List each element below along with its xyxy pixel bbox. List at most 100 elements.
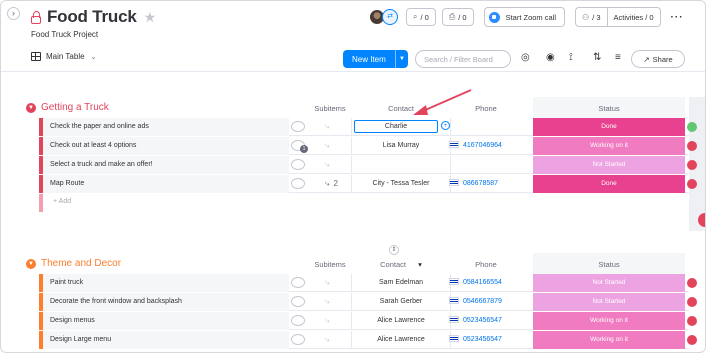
group-header: ▼ Theme and Decor Subitems Contact ▾ Pho… bbox=[1, 253, 705, 275]
table-row[interactable]: Paint truck ⤷ Sam Edelman 0584166554 Not Sta… bbox=[39, 274, 697, 292]
table-row[interactable]: Select a truck and make an offer! ⤷ Not St… bbox=[39, 156, 697, 174]
subitems-icon[interactable]: ⤷ bbox=[325, 316, 329, 326]
updates-bubble-icon[interactable] bbox=[291, 277, 305, 288]
column-header-phone[interactable]: Phone bbox=[451, 260, 521, 269]
group-name[interactable]: Theme and Decor bbox=[41, 258, 121, 269]
table-row[interactable]: Map Route ⤷ 2 City - Tessa Tesler 086678587 D… bbox=[39, 175, 697, 193]
contact-cell[interactable]: Alice Lawrence bbox=[351, 331, 451, 349]
contact-cell[interactable] bbox=[351, 156, 451, 174]
item-name[interactable]: Design menus bbox=[50, 317, 95, 324]
subitems-count: 2 bbox=[333, 179, 338, 188]
updates-bubble-icon[interactable] bbox=[291, 315, 305, 326]
item-name[interactable]: Paint truck bbox=[50, 279, 83, 286]
contact-cell[interactable]: Sarah Gerber bbox=[351, 293, 451, 311]
contact-cell[interactable]: City - Tessa Tesler bbox=[351, 175, 451, 193]
phone-number[interactable]: 0546667879 bbox=[463, 298, 502, 305]
phone-cell[interactable]: 4167046964 bbox=[449, 137, 533, 155]
israel-flag-icon bbox=[449, 141, 459, 148]
subitems-icon[interactable]: ⤷ bbox=[325, 141, 329, 151]
contact-cell[interactable]: Sam Edelman bbox=[351, 274, 451, 292]
status-indicator-icon[interactable] bbox=[687, 179, 697, 189]
subitems-icon[interactable]: ⤷ 2 bbox=[325, 179, 338, 189]
item-name[interactable]: Map Route bbox=[50, 180, 84, 187]
contact-cell[interactable]: Alice Lawrence bbox=[351, 312, 451, 330]
table-row[interactable]: Design Large menu ⤷ Alice Lawrence 05234565… bbox=[39, 331, 697, 349]
updates-bubble-icon[interactable] bbox=[291, 334, 305, 345]
column-header-subitems[interactable]: Subitems bbox=[313, 104, 347, 113]
item-name[interactable]: Check the paper and online ads bbox=[50, 123, 149, 130]
status-cell[interactable]: Working on it bbox=[533, 331, 685, 349]
updates-bubble-icon[interactable] bbox=[291, 121, 305, 132]
status-indicator-icon[interactable] bbox=[687, 297, 697, 307]
scroll-indicator-icon[interactable]: ⇕ bbox=[389, 245, 399, 255]
phone-cell[interactable]: 0584166554 bbox=[449, 274, 533, 292]
contact-input[interactable]: Charlie bbox=[354, 120, 438, 133]
subitems-icon[interactable]: ⤷ bbox=[325, 122, 329, 132]
israel-flag-icon bbox=[449, 179, 459, 186]
subitems-icon[interactable]: ⤷ bbox=[325, 160, 329, 170]
group-toggle-icon[interactable]: ▼ bbox=[26, 259, 36, 269]
subitems-icon[interactable]: ⤷ bbox=[325, 297, 329, 307]
side-notification-tab[interactable] bbox=[698, 213, 705, 227]
subitems-icon[interactable]: ⤷ bbox=[325, 278, 329, 288]
updates-bubble-icon[interactable] bbox=[291, 140, 308, 153]
israel-flag-icon bbox=[449, 335, 459, 342]
status-cell[interactable]: Working on it bbox=[533, 137, 685, 155]
contact-cell[interactable]: Charlie + bbox=[351, 118, 451, 136]
column-header-status[interactable]: Status bbox=[533, 260, 685, 269]
item-name[interactable]: Decorate the front window and backsplash bbox=[50, 298, 182, 305]
sort-down-icon[interactable]: ▾ bbox=[418, 260, 422, 269]
column-header-contact[interactable]: Contact ▾ bbox=[361, 260, 441, 269]
phone-cell[interactable]: 0523456547 bbox=[449, 331, 533, 349]
contact-cell[interactable]: Lisa Murray bbox=[351, 137, 451, 155]
table-row[interactable]: Check out at least 4 options ⤷ Lisa Murray… bbox=[39, 137, 697, 155]
item-name[interactable]: Check out at least 4 options bbox=[50, 142, 136, 149]
status-indicator-icon[interactable] bbox=[687, 335, 697, 345]
table-row[interactable]: Check the paper and online ads ⤷ Charlie + D… bbox=[39, 118, 697, 136]
column-header-subitems[interactable]: Subitems bbox=[313, 260, 347, 269]
israel-flag-icon bbox=[449, 297, 459, 304]
column-header-contact[interactable]: Contact bbox=[351, 104, 451, 113]
status-indicator-icon[interactable] bbox=[687, 160, 697, 170]
subitems-icon[interactable]: ⤷ bbox=[325, 335, 329, 345]
status-cell[interactable]: Done bbox=[533, 175, 685, 193]
status-indicator-icon[interactable] bbox=[687, 122, 697, 132]
status-cell[interactable]: Not Started bbox=[533, 274, 685, 292]
add-item-input[interactable]: + Add bbox=[53, 198, 71, 205]
phone-cell[interactable] bbox=[449, 118, 533, 136]
group-toggle-icon[interactable]: ▼ bbox=[26, 103, 36, 113]
column-header-status[interactable]: Status bbox=[533, 104, 685, 113]
row-color-bar bbox=[39, 194, 43, 212]
phone-number[interactable]: 086678587 bbox=[463, 180, 498, 187]
table-row[interactable]: Design menus ⤷ Alice Lawrence 0523456547 Wor… bbox=[39, 312, 697, 330]
item-name[interactable]: Design Large menu bbox=[50, 336, 111, 343]
table-row[interactable]: Decorate the front window and backsplash… bbox=[39, 293, 697, 311]
column-header-contact-label: Contact bbox=[380, 260, 406, 269]
phone-number[interactable]: 0584166554 bbox=[463, 279, 502, 286]
israel-flag-icon bbox=[449, 278, 459, 285]
updates-bubble-icon[interactable] bbox=[291, 178, 305, 189]
status-indicator-icon[interactable] bbox=[687, 316, 697, 326]
status-cell[interactable]: Done bbox=[533, 118, 685, 136]
status-cell[interactable]: Working on it bbox=[533, 312, 685, 330]
updates-bubble-icon[interactable] bbox=[291, 159, 305, 170]
group-name[interactable]: Getting a Truck bbox=[41, 102, 109, 113]
updates-bubble-icon[interactable] bbox=[291, 296, 305, 307]
status-cell[interactable]: Not Started bbox=[533, 293, 685, 311]
phone-number[interactable]: 4167046964 bbox=[463, 142, 502, 149]
status-cell[interactable]: Not Started bbox=[533, 156, 685, 174]
israel-flag-icon bbox=[449, 316, 459, 323]
phone-cell[interactable] bbox=[449, 156, 533, 174]
status-indicator-icon[interactable] bbox=[687, 141, 697, 151]
phone-cell[interactable]: 0546667879 bbox=[449, 293, 533, 311]
phone-number[interactable]: 0523456547 bbox=[463, 317, 502, 324]
phone-number[interactable]: 0523456547 bbox=[463, 336, 502, 343]
board-window: › Food Truck ★ Food Truck Project ⇄ ⌕ / … bbox=[0, 0, 706, 353]
group-header: ▼ Getting a Truck Subitems Contact Phone… bbox=[1, 97, 705, 119]
item-name[interactable]: Select a truck and make an offer! bbox=[50, 161, 153, 168]
phone-cell[interactable]: 0523456547 bbox=[449, 312, 533, 330]
phone-cell[interactable]: 086678587 bbox=[449, 175, 533, 193]
add-item-row[interactable]: + Add bbox=[39, 194, 689, 212]
status-indicator-icon[interactable] bbox=[687, 278, 697, 288]
column-header-phone[interactable]: Phone bbox=[451, 104, 521, 113]
